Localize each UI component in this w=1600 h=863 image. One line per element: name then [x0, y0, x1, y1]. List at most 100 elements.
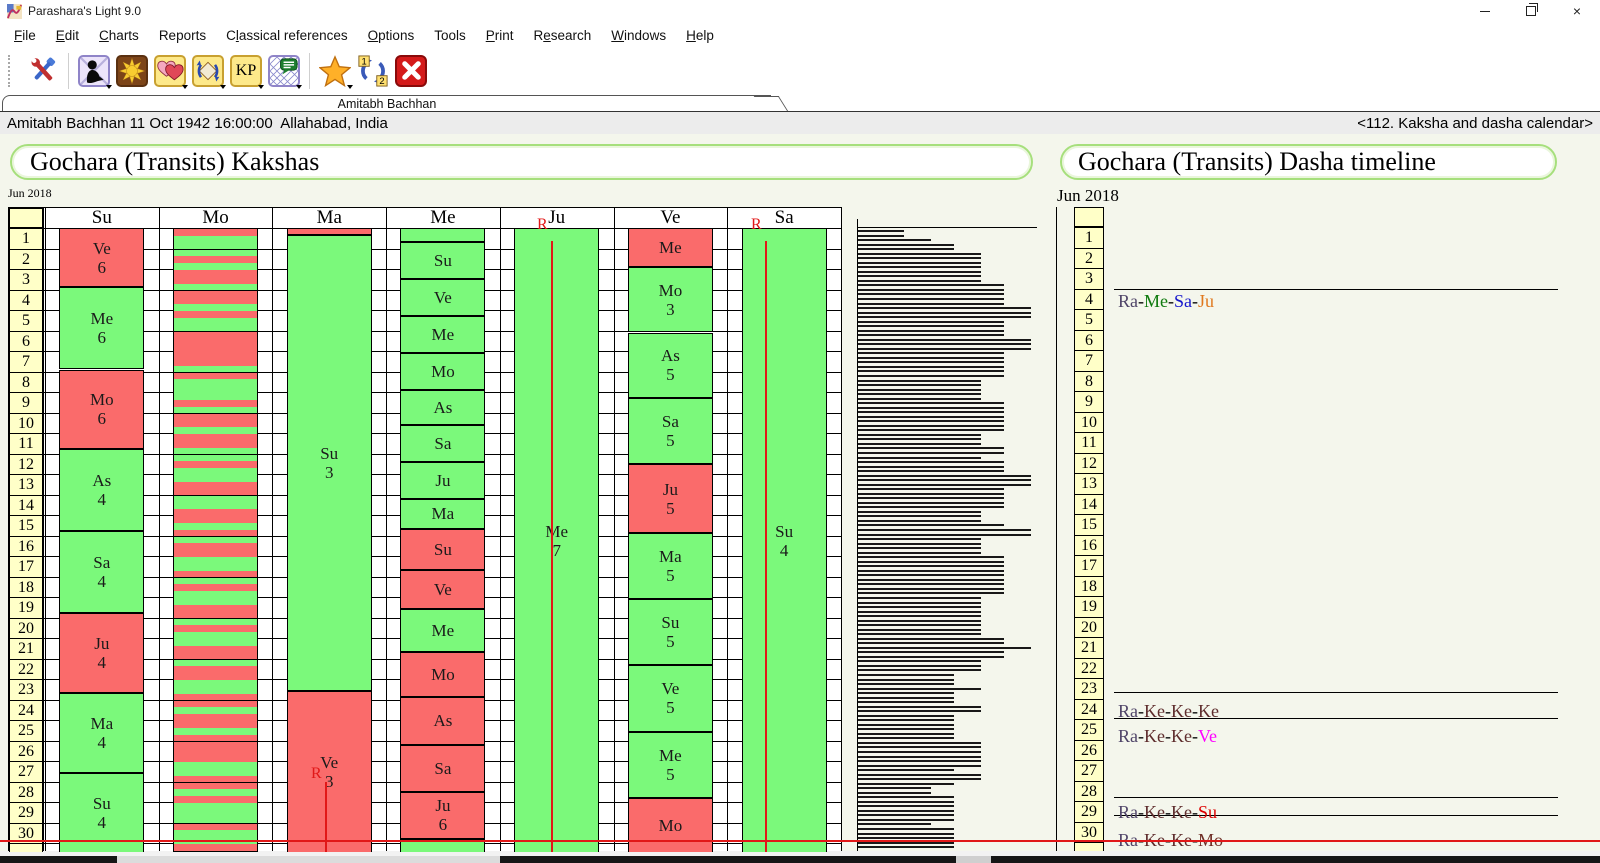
- star-icon[interactable]: [316, 51, 354, 91]
- score-bar: [858, 796, 954, 798]
- menu-print[interactable]: Print: [476, 24, 524, 47]
- segment-planet-label: Su: [434, 540, 452, 559]
- date-cell: 6: [9, 331, 43, 353]
- menu-help[interactable]: Help: [676, 24, 724, 47]
- dropdown-arrow-icon[interactable]: [106, 85, 112, 89]
- maximize-restore-button[interactable]: [1508, 0, 1554, 22]
- segment-score-label: 5: [666, 698, 675, 717]
- score-bar: [858, 502, 1004, 504]
- sun-icon[interactable]: [113, 51, 151, 91]
- score-bar: [858, 669, 981, 671]
- date-cell: 15: [9, 515, 43, 537]
- menu-reports[interactable]: Reports: [149, 24, 216, 47]
- tools-icon[interactable]: [24, 51, 62, 91]
- score-bar: [858, 475, 1031, 477]
- date-cell: 25: [1074, 719, 1104, 741]
- score-bar: [858, 547, 981, 549]
- score-bar: [858, 325, 1004, 327]
- dropdown-arrow-icon[interactable]: [220, 85, 226, 89]
- birth-data-icon[interactable]: [75, 51, 113, 91]
- menu-charts[interactable]: Charts: [89, 24, 149, 47]
- segment-score-label: 6: [98, 328, 107, 347]
- date-cell: 18: [9, 577, 43, 599]
- hearts-icon[interactable]: [151, 51, 189, 91]
- date-cell: 1: [1074, 227, 1104, 249]
- score-bar: [858, 407, 1004, 409]
- kaksha-segment: Su5: [628, 599, 713, 665]
- kaksha-segment: Su3: [287, 235, 372, 691]
- taskbar-segment[interactable]: [956, 856, 991, 863]
- planet-column-header: Mo: [159, 208, 273, 228]
- segment-planet-label: Ma: [90, 714, 113, 733]
- close-icon[interactable]: [392, 51, 430, 91]
- kaksha-segment: Mo: [400, 652, 485, 697]
- score-bar: [858, 316, 1031, 318]
- score-bar: [858, 298, 1004, 300]
- right-month-label: Jun 2018: [1057, 186, 1119, 206]
- timeline-date-column: 1234567891011121314151617181920212223242…: [1074, 207, 1104, 851]
- dasha-planet: Ke: [1171, 802, 1192, 822]
- toolbar-grip-handle[interactable]: [8, 55, 16, 87]
- menu-classical-references[interactable]: Classical references: [216, 24, 358, 47]
- minimize-button[interactable]: [1462, 0, 1508, 22]
- score-bar: [858, 823, 931, 825]
- score-bar: [858, 339, 1031, 341]
- kaksha-segment: Ve5: [628, 665, 713, 733]
- segment-planet-label: Su: [775, 522, 793, 541]
- kaksha-segment: As4: [59, 449, 144, 531]
- date-cell: 8: [1074, 371, 1104, 393]
- kp-icon[interactable]: KP: [227, 51, 265, 91]
- date-cell: 3: [1074, 268, 1104, 290]
- dropdown-arrow-icon[interactable]: [258, 85, 264, 89]
- segment-score-label: 3: [325, 463, 334, 482]
- retrograde-marker: R: [751, 216, 765, 234]
- score-bar: [858, 742, 981, 744]
- date-cell: 12: [9, 454, 43, 476]
- taskbar-segment[interactable]: [117, 856, 500, 863]
- menu-file[interactable]: File: [4, 24, 46, 47]
- date-cell: [1074, 842, 1104, 851]
- worksheet-icon[interactable]: [265, 51, 303, 91]
- dasha-planet: Ke: [1144, 701, 1165, 721]
- score-bar: [858, 452, 1004, 454]
- score-bar: [858, 688, 981, 690]
- kaksha-segment: Me: [628, 228, 713, 267]
- score-bar: [858, 321, 1004, 323]
- menu-options[interactable]: Options: [358, 24, 425, 47]
- date-cell: 19: [1074, 596, 1104, 618]
- date-cell: 4: [1074, 289, 1104, 311]
- score-bar: [858, 244, 954, 246]
- chart-rotate-icon[interactable]: [189, 51, 227, 91]
- dropdown-arrow-icon[interactable]: [296, 85, 302, 89]
- kaksha-segment: Sa: [400, 745, 485, 792]
- date-cell: 19: [9, 597, 43, 619]
- score-bar: [858, 733, 954, 735]
- date-cell: 22: [1074, 658, 1104, 680]
- date-cell: 29: [1074, 801, 1104, 823]
- score-bar: [858, 819, 954, 821]
- score-bar: [858, 352, 1004, 354]
- segment-planet-label: Me: [545, 522, 568, 541]
- dasha-timeline: Ra-Me-Sa-JuRa-Ke-Ke-KeRa-Ke-Ke-VeRa-Ke-K…: [1104, 207, 1559, 851]
- kaksha-segment: Sa: [400, 425, 485, 462]
- dropdown-arrow-icon[interactable]: [182, 85, 188, 89]
- dasha-planet: Ke: [1144, 802, 1165, 822]
- dasha-planet: Sa: [1174, 291, 1192, 311]
- menu-windows[interactable]: Windows: [601, 24, 676, 47]
- tab-amitabh-bachhan[interactable]: Amitabh Bachhan: [2, 95, 771, 112]
- score-bar: [858, 756, 981, 758]
- menu-edit[interactable]: Edit: [46, 24, 89, 47]
- score-bar: [858, 674, 954, 676]
- score-bar: [858, 683, 954, 685]
- swap-1-2-icon[interactable]: 12: [354, 51, 392, 91]
- kaksha-segment: Mo: [400, 353, 485, 390]
- kaksha-segment: Mo3: [628, 267, 713, 333]
- menu-tools[interactable]: Tools: [424, 24, 476, 47]
- date-cell: 17: [1074, 555, 1104, 577]
- close-button[interactable]: ×: [1554, 0, 1600, 22]
- date-header-cell: [1074, 207, 1104, 227]
- menu-research[interactable]: Research: [524, 24, 602, 47]
- score-bar: [858, 330, 1004, 332]
- kaksha-segment: Su: [400, 529, 485, 570]
- dropdown-arrow-icon[interactable]: [347, 85, 353, 89]
